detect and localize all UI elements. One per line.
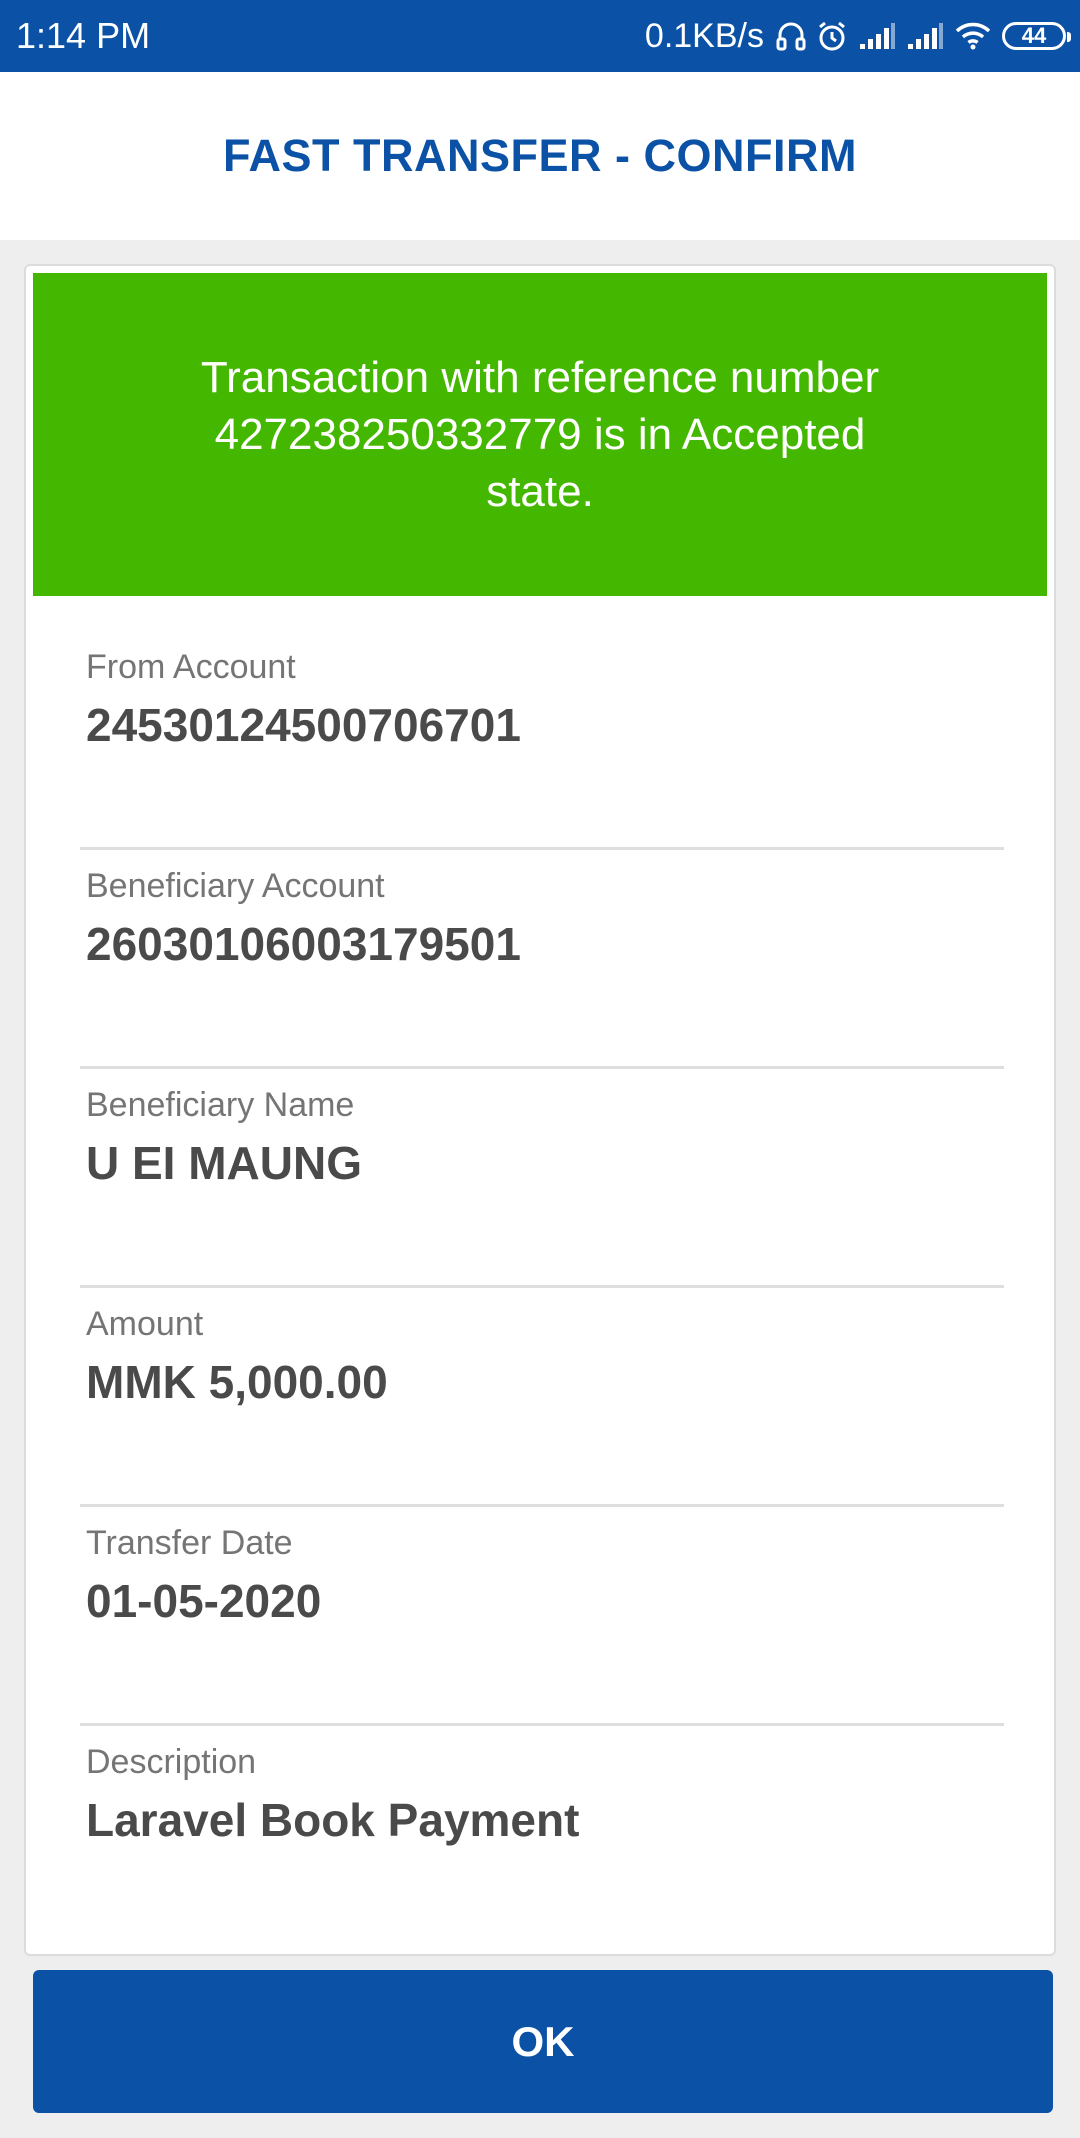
field-label: Beneficiary Account [86,867,385,905]
field-value: MMK 5,000.00 [86,1356,388,1408]
field-label: Description [86,1743,257,1781]
from-account-field: From Account 24530124500706701 [80,632,1004,850]
battery-level: 44 [1021,23,1047,48]
success-message: Transaction with reference number 427238… [200,353,880,516]
field-label: Beneficiary Name [86,1086,355,1124]
network-speed: 0.1KB/s [644,17,764,55]
field-label: Transfer Date [86,1524,293,1562]
description-field: Description Laravel Book Payment [80,1727,1004,1945]
app-header: FAST TRANSFER - CONFIRM [0,72,1080,240]
field-value: U EI MAUNG [86,1137,362,1189]
battery-icon: 44 [1002,22,1071,50]
status-bar: 1:14 PM 0.1KB/s 44 [0,0,1080,72]
divider [80,1285,1004,1288]
field-value: 24530124500706701 [86,699,521,751]
status-icons: 0.1KB/s 44 [644,0,1071,72]
field-value: 01-05-2020 [86,1575,322,1627]
wifi-icon [954,21,992,51]
divider [80,1723,1004,1726]
field-label: Amount [86,1305,204,1343]
alarm-icon [816,20,848,52]
signal-icon [858,22,896,50]
amount-field: Amount MMK 5,000.00 [80,1289,1004,1507]
beneficiary-name-field: Beneficiary Name U EI MAUNG [80,1070,1004,1288]
transfer-details-card: Transaction with reference number 427238… [24,264,1056,1956]
divider [80,847,1004,850]
signal-icon [906,22,944,50]
headset-icon [776,20,806,52]
field-value: Laravel Book Payment [86,1794,580,1846]
ok-button[interactable]: OK [33,1970,1053,2113]
transfer-date-field: Transfer Date 01-05-2020 [80,1508,1004,1726]
beneficiary-account-field: Beneficiary Account 26030106003179501 [80,851,1004,1069]
divider [80,1066,1004,1069]
divider [80,1504,1004,1507]
field-value: 26030106003179501 [86,918,521,970]
field-label: From Account [86,648,296,686]
page-title: FAST TRANSFER - CONFIRM [223,130,857,181]
status-time: 1:14 PM [16,15,151,56]
success-banner: Transaction with reference number 427238… [33,273,1047,596]
